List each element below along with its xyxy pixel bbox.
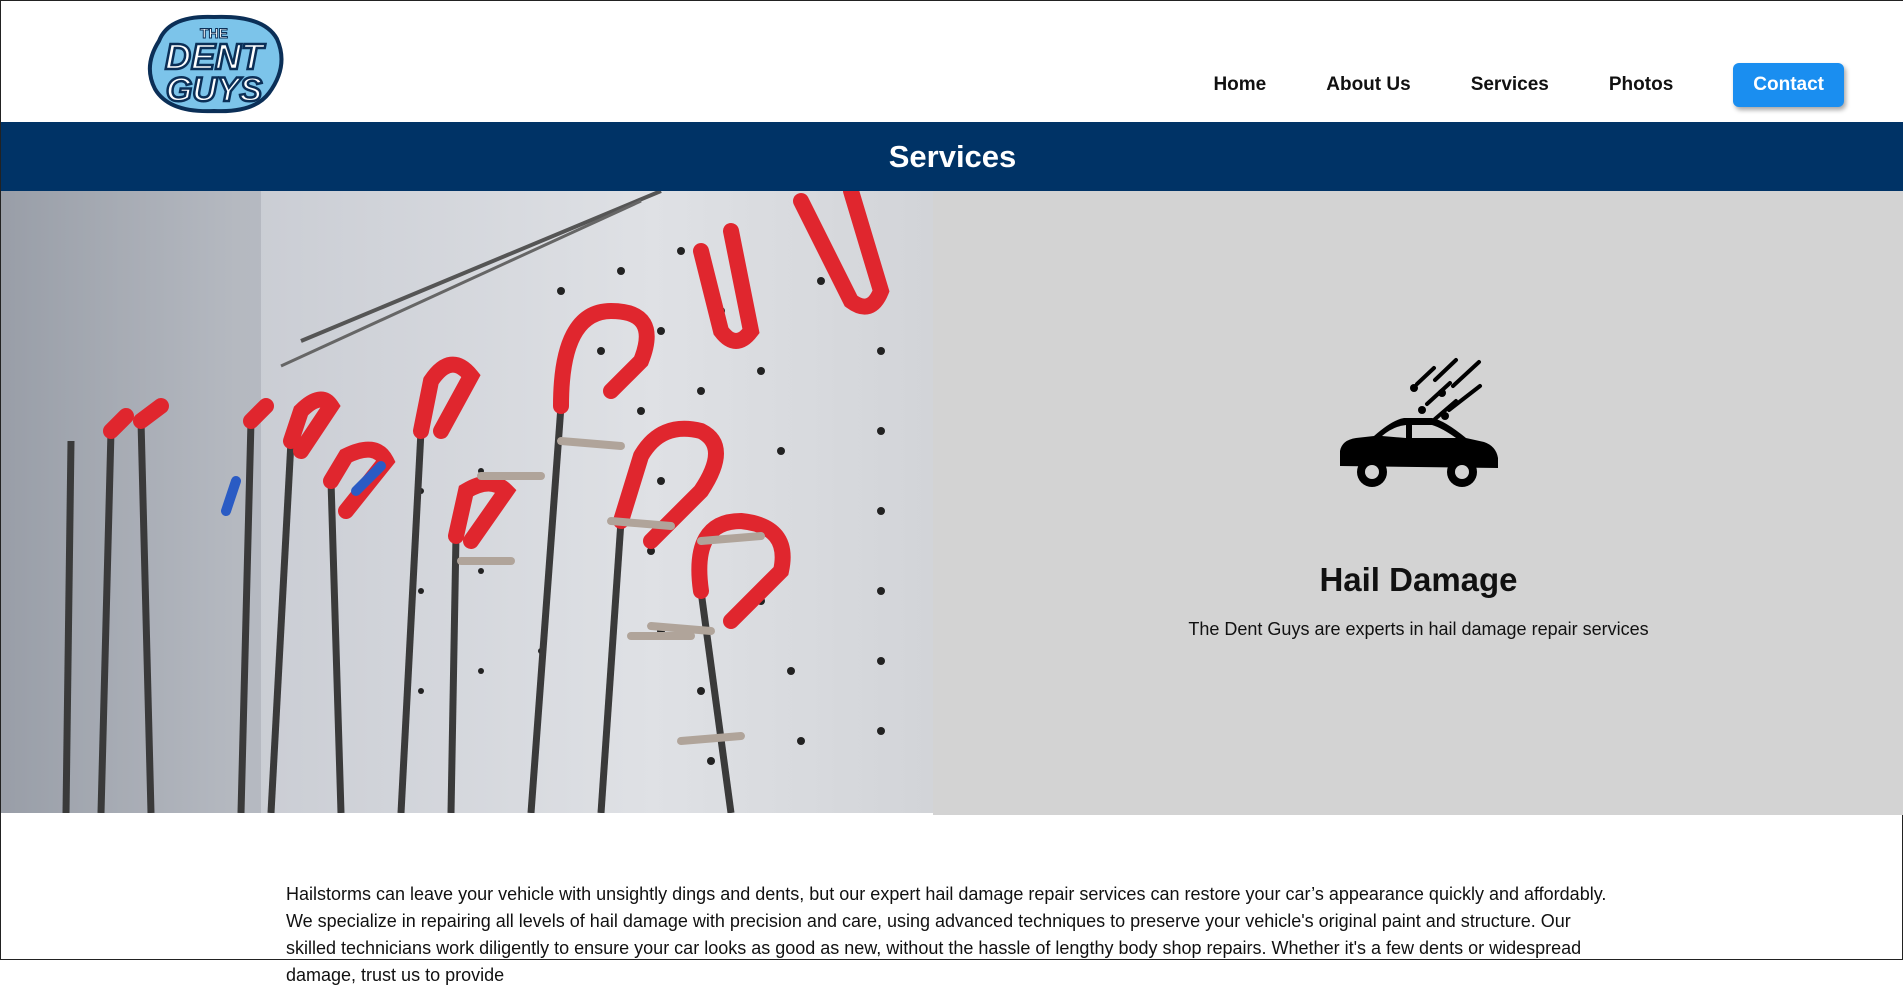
service-hero: Hail Damage The Dent Guys are experts in… [1, 191, 1903, 815]
page-title: Services [888, 138, 1017, 174]
site-header: THE DENT GUYS Home About Us Services Pho… [1, 1, 1903, 122]
svg-text:GUYS: GUYS [166, 71, 263, 109]
logo-graphic: THE DENT GUYS [147, 14, 284, 114]
tools-pegboard-illustration [1, 191, 933, 813]
service-card: Hail Damage The Dent Guys are experts in… [933, 191, 1903, 815]
service-title: Hail Damage [1319, 561, 1518, 598]
nav-home[interactable]: Home [1213, 74, 1266, 96]
page-title-banner: Services [1, 122, 1903, 191]
car-hail-icon [1334, 356, 1504, 506]
nav-photos[interactable]: Photos [1609, 74, 1673, 96]
dent-guys-logo[interactable]: THE DENT GUYS [139, 11, 289, 115]
nav-services[interactable]: Services [1471, 74, 1549, 96]
contact-button[interactable]: Contact [1733, 63, 1844, 107]
service-body-paragraph: Hailstorms can leave your vehicle with u… [286, 884, 1607, 985]
dent-tools-photo [1, 191, 933, 813]
main-nav: Home About Us Services Photos Contact [1153, 63, 1844, 107]
nav-about-us[interactable]: About Us [1326, 74, 1410, 96]
service-description: The Dent Guys are experts in hail damage… [1188, 619, 1649, 639]
